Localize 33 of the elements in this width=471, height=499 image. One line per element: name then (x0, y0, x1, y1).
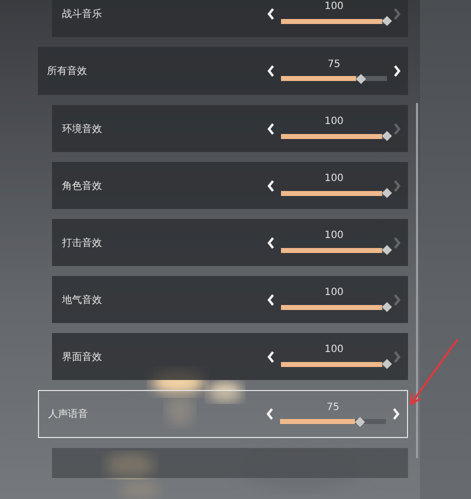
volume-value: 75 (328, 58, 340, 70)
volume-value: 100 (324, 287, 344, 298)
setting-row[interactable]: 界面音效 100 (52, 333, 408, 380)
setting-row[interactable]: 人声语音 75 (38, 390, 408, 438)
setting-label: 地气音效 (62, 294, 102, 306)
setting-label: 界面音效 (62, 350, 102, 364)
volume-value: 100 (324, 344, 344, 355)
setting-row[interactable]: 所有音效 75 (38, 47, 408, 95)
setting-label: 环境音效 (62, 122, 102, 136)
slider-thumb[interactable] (382, 359, 392, 369)
slider-thumb[interactable] (382, 302, 392, 312)
volume-value: 75 (326, 402, 340, 412)
slider-thumb[interactable] (354, 416, 364, 426)
setting-label: 所有音效 (47, 64, 87, 78)
slider-thumb[interactable] (356, 74, 366, 84)
slider-thumb[interactable] (382, 16, 392, 26)
volume-value: 100 (324, 230, 344, 241)
volume-value: 100 (324, 1, 344, 12)
setting-label: 战斗音乐 (62, 8, 102, 20)
volume-value: 100 (324, 173, 344, 184)
setting-label: 人声语音 (48, 408, 88, 421)
slider-thumb[interactable] (382, 188, 392, 198)
setting-row[interactable]: 环境音效 100 (52, 105, 408, 152)
volume-value: 100 (324, 116, 344, 127)
setting-row[interactable]: 战斗音乐 100 (52, 0, 408, 37)
slider-thumb[interactable] (382, 245, 392, 255)
setting-label: 打击音效 (62, 236, 102, 250)
setting-row[interactable]: 打击音效 100 (52, 219, 408, 266)
scrollbar[interactable] (416, 103, 418, 458)
setting-row[interactable]: 角色音效 100 (52, 162, 408, 209)
setting-row[interactable]: 地气音效 100 (52, 276, 408, 323)
slider-thumb[interactable] (382, 131, 392, 141)
setting-label: 角色音效 (62, 180, 102, 192)
